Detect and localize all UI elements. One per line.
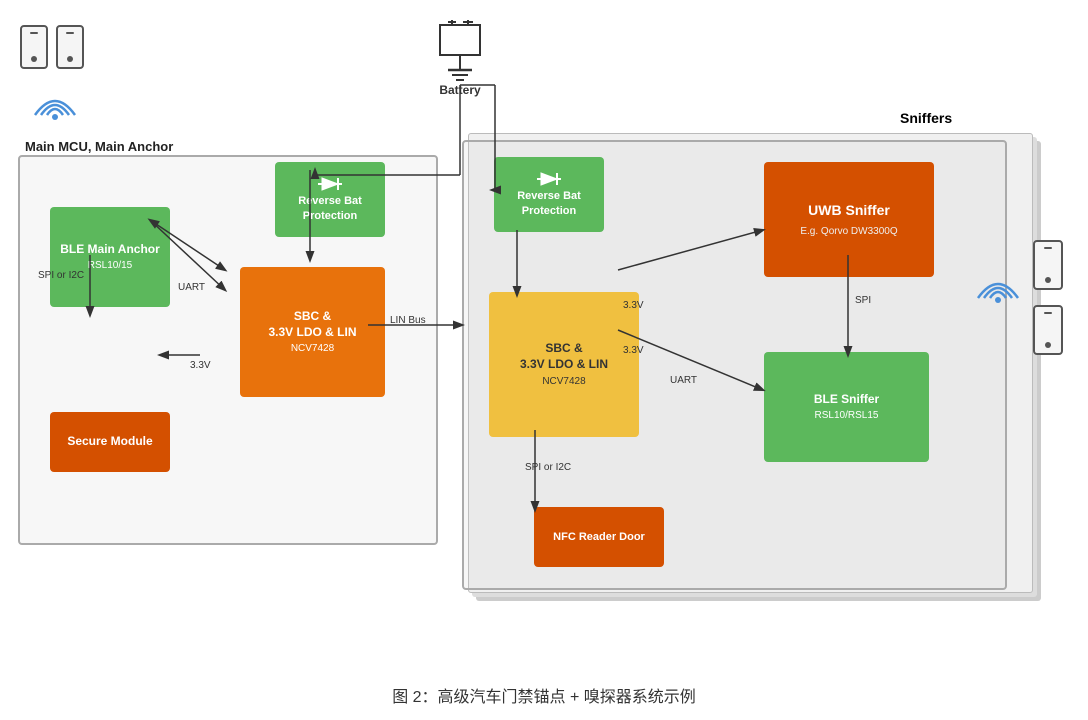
sbc-sniffer-block: SBC & 3.3V LDO & LIN NCV7428 [489, 292, 639, 437]
wifi-left-icon [25, 77, 85, 122]
left-phones [20, 25, 85, 125]
caption: 图 2：高级汽车门禁锚点 + 嗅探器系统示例 [0, 678, 1088, 712]
spi-i2c-sniffer-label: SPI or I2C [525, 462, 571, 473]
uart-main-label: UART [178, 282, 205, 293]
spi-i2c-main-label: SPI or I2C [38, 270, 84, 281]
rev-bat-main-block: Reverse Bat Protection [275, 162, 385, 237]
phone-icon-2 [56, 25, 84, 69]
phone-icon-1 [20, 25, 48, 69]
diode-icon [318, 176, 342, 192]
sniffer-inner-box: Reverse Bat Protection SBC & 3.3V LDO & … [462, 140, 1007, 590]
sbc-main-block: SBC & 3.3V LDO & LIN NCV7428 [240, 267, 385, 397]
ble-anchor-block: BLE Main Anchor RSL10/15 [50, 207, 170, 307]
diode-sniffer-icon [537, 171, 561, 187]
uwb-sniffer-block: UWB Sniffer E.g. Qorvo DW3300Q [764, 162, 934, 277]
rev-bat-sniffer-block: Reverse Bat Protection [494, 157, 604, 232]
main-mcu-box: Main MCU, Main Anchor BLE Main Anchor RS… [18, 155, 438, 545]
battery-icon [430, 20, 490, 90]
wifi-right-icon [968, 260, 1023, 305]
right-phones [1033, 240, 1063, 355]
ble-sniffer-block: BLE Sniffer RSL10/RSL15 [764, 352, 929, 462]
phone-right-2 [1033, 305, 1063, 355]
diagram-container: Battery Main MCU, Main Anchor BLE Main A… [0, 0, 1088, 680]
v33-sniffer-label: 3.3V [623, 345, 644, 356]
spi-uwb-label: SPI [855, 295, 871, 306]
uart-sniffer-label: UART [670, 375, 697, 386]
nfc-reader-block: NFC Reader Door [534, 507, 664, 567]
v33-top-label: 3.3V [623, 300, 644, 311]
lin-bus-label: LIN Bus [390, 315, 426, 326]
phone-right-1 [1033, 240, 1063, 290]
sniffers-label: Sniffers [900, 110, 952, 126]
secure-module-block: Secure Module [50, 412, 170, 472]
battery-symbol: Battery [430, 20, 490, 97]
main-mcu-label: Main MCU, Main Anchor [25, 139, 173, 154]
v33-main-label: 3.3V [190, 360, 211, 371]
